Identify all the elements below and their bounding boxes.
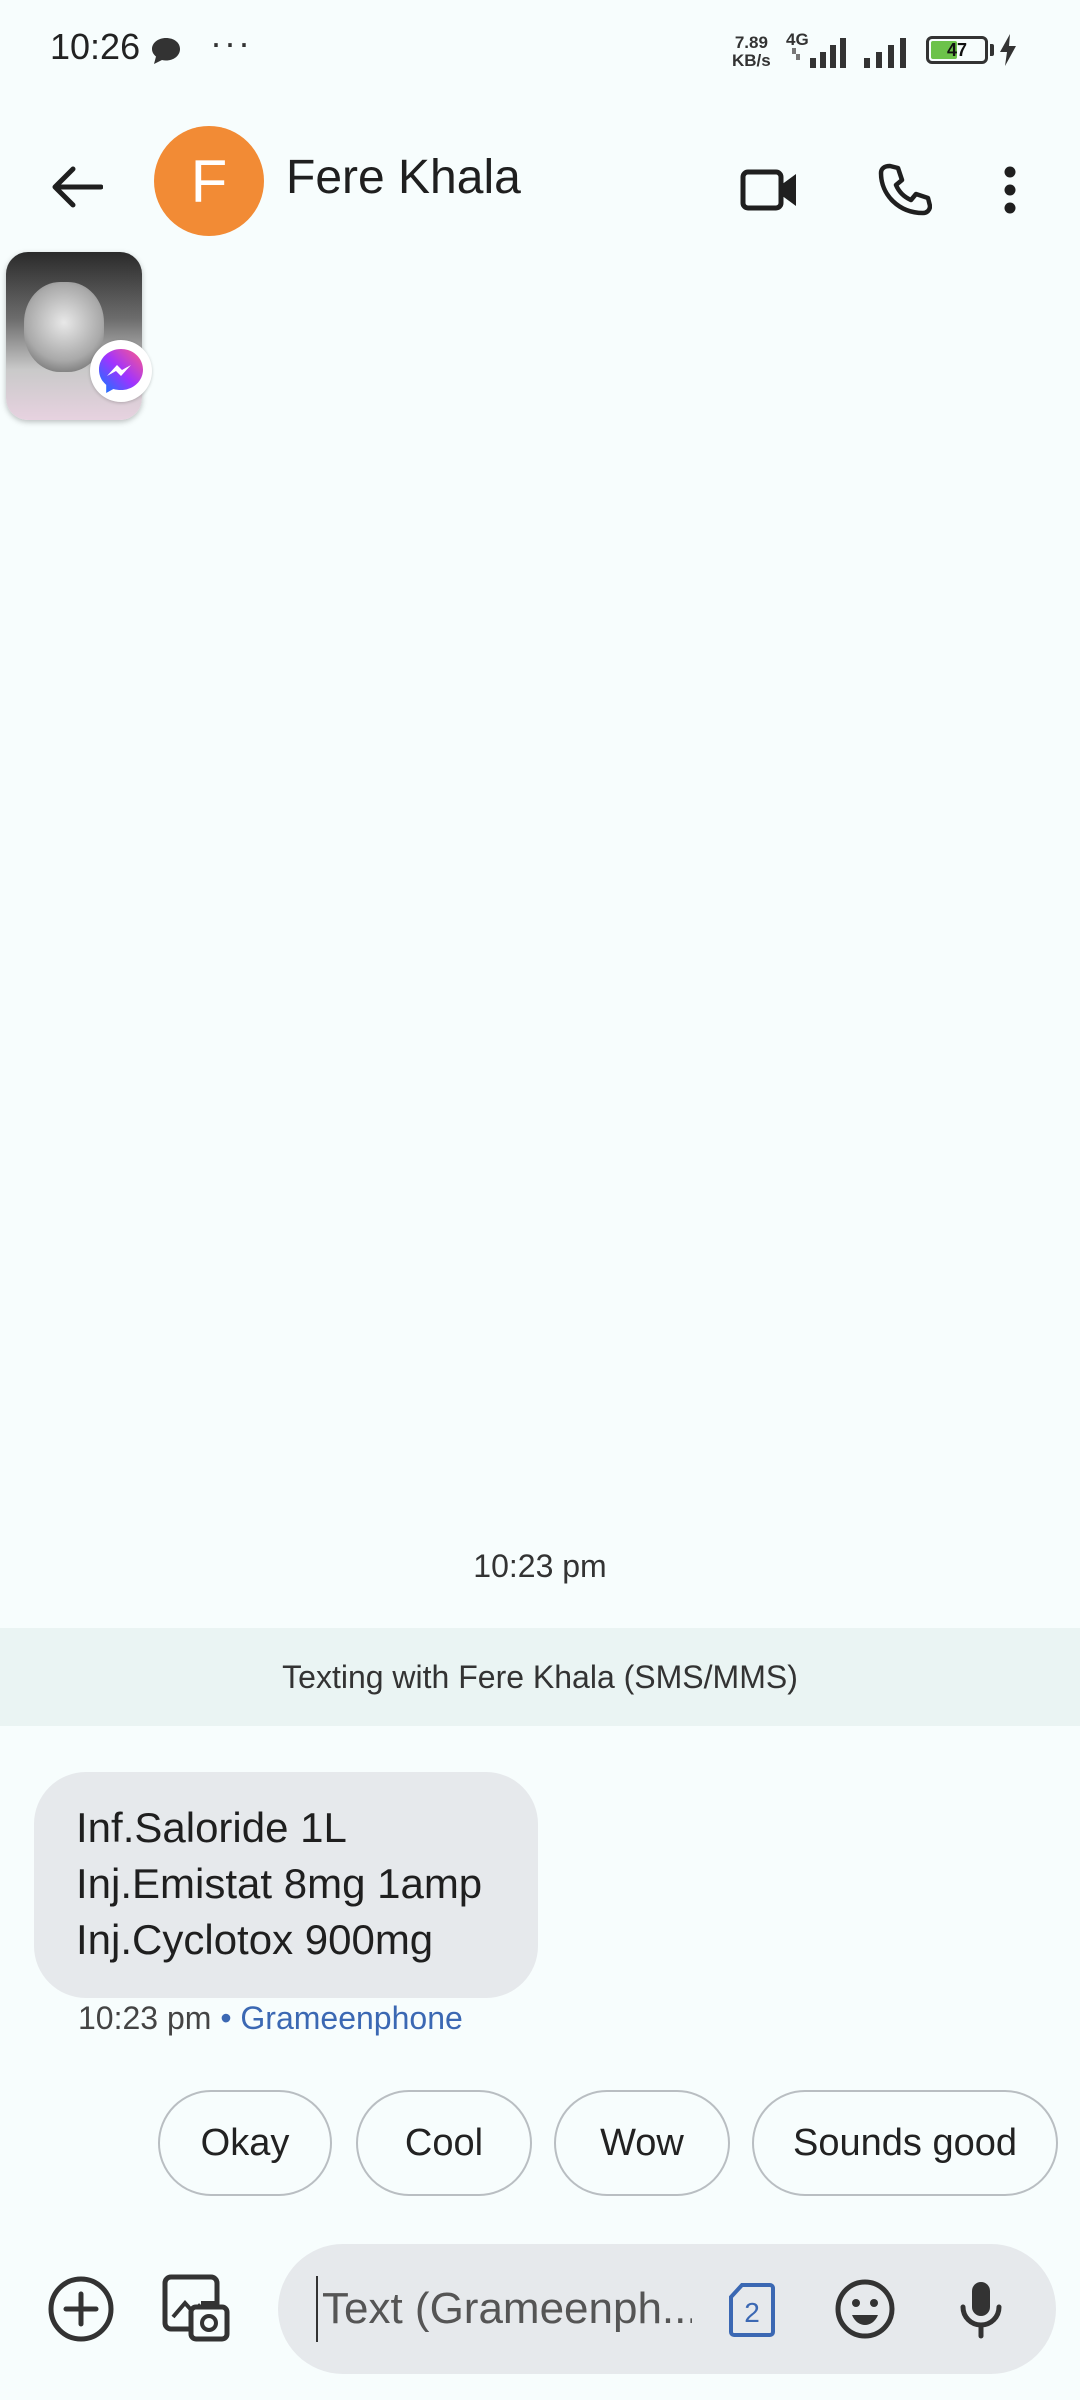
message-line: Inj.Emistat 8mg 1amp <box>76 1860 483 1907</box>
contact-avatar[interactable]: F <box>154 126 264 236</box>
signal-icon-sim2 <box>862 34 918 73</box>
compose-bar: 2 <box>278 2244 1056 2374</box>
microphone-icon <box>960 2282 1002 2339</box>
message-line: Inj.Cyclotox 900mg <box>76 1916 434 1963</box>
emoji-icon <box>835 2279 895 2339</box>
more-notifications-icon: ··· <box>210 22 252 63</box>
video-camera-icon <box>740 169 796 211</box>
signal-icon <box>790 34 852 73</box>
sim-card-icon: 2 <box>729 2283 775 2337</box>
back-button[interactable] <box>40 150 114 224</box>
photo-camera-icon <box>162 2274 230 2342</box>
more-options-button[interactable] <box>980 150 1040 230</box>
voice-input-button[interactable] <box>946 2274 1016 2344</box>
video-call-button[interactable] <box>730 150 810 230</box>
sim-selector-button[interactable]: 2 <box>724 2280 780 2340</box>
smart-reply-sounds-good[interactable]: Sounds good <box>752 2090 1058 2196</box>
message-carrier: Grameenphone <box>240 2000 463 2036</box>
add-circle-icon <box>48 2276 114 2342</box>
add-attachment-button[interactable] <box>44 2272 118 2346</box>
emoji-button[interactable] <box>830 2274 900 2344</box>
smart-reply-wow[interactable]: Wow <box>554 2090 730 2196</box>
conversation-timestamp: 10:23 pm <box>473 1548 607 1584</box>
messenger-icon <box>90 340 152 402</box>
contact-name[interactable]: Fere Khala <box>286 150 521 205</box>
status-time: 10:26 <box>50 26 141 67</box>
status-bar: 10:26 ··· 7.89 KB/s 4G 47 <box>0 0 1080 100</box>
message-time: 10:23 pm <box>78 2000 212 2036</box>
message-separator: • <box>211 2000 241 2036</box>
sms-mode-banner: Texting with Fere Khala (SMS/MMS) <box>0 1628 1080 1726</box>
sim-number: 2 <box>744 2297 760 2328</box>
more-vert-icon <box>1004 166 1016 214</box>
message-line: Inf.Saloride 1L <box>76 1804 347 1851</box>
battery-level: 47 <box>946 40 968 60</box>
battery-icon: 47 <box>926 36 988 64</box>
battery-tip <box>990 44 994 56</box>
arrow-back-icon <box>52 166 103 208</box>
message-metadata: 10:23 pm • Grameenphone <box>78 2000 463 2037</box>
smart-reply-okay[interactable]: Okay <box>158 2090 332 2196</box>
charging-icon <box>998 34 1018 71</box>
smart-reply-cool[interactable]: Cool <box>356 2090 532 2196</box>
conversation-header: F Fere Khala <box>0 110 1080 250</box>
gallery-camera-button[interactable] <box>156 2268 236 2348</box>
incoming-message-bubble[interactable]: Inf.Saloride 1L Inj.Emistat 8mg 1amp Inj… <box>34 1772 538 1998</box>
voice-call-button[interactable] <box>864 150 944 230</box>
phone-icon <box>878 163 932 216</box>
chat-notification-icon <box>150 36 182 71</box>
network-speed: 7.89 KB/s <box>732 33 771 70</box>
message-input[interactable] <box>316 2276 692 2342</box>
